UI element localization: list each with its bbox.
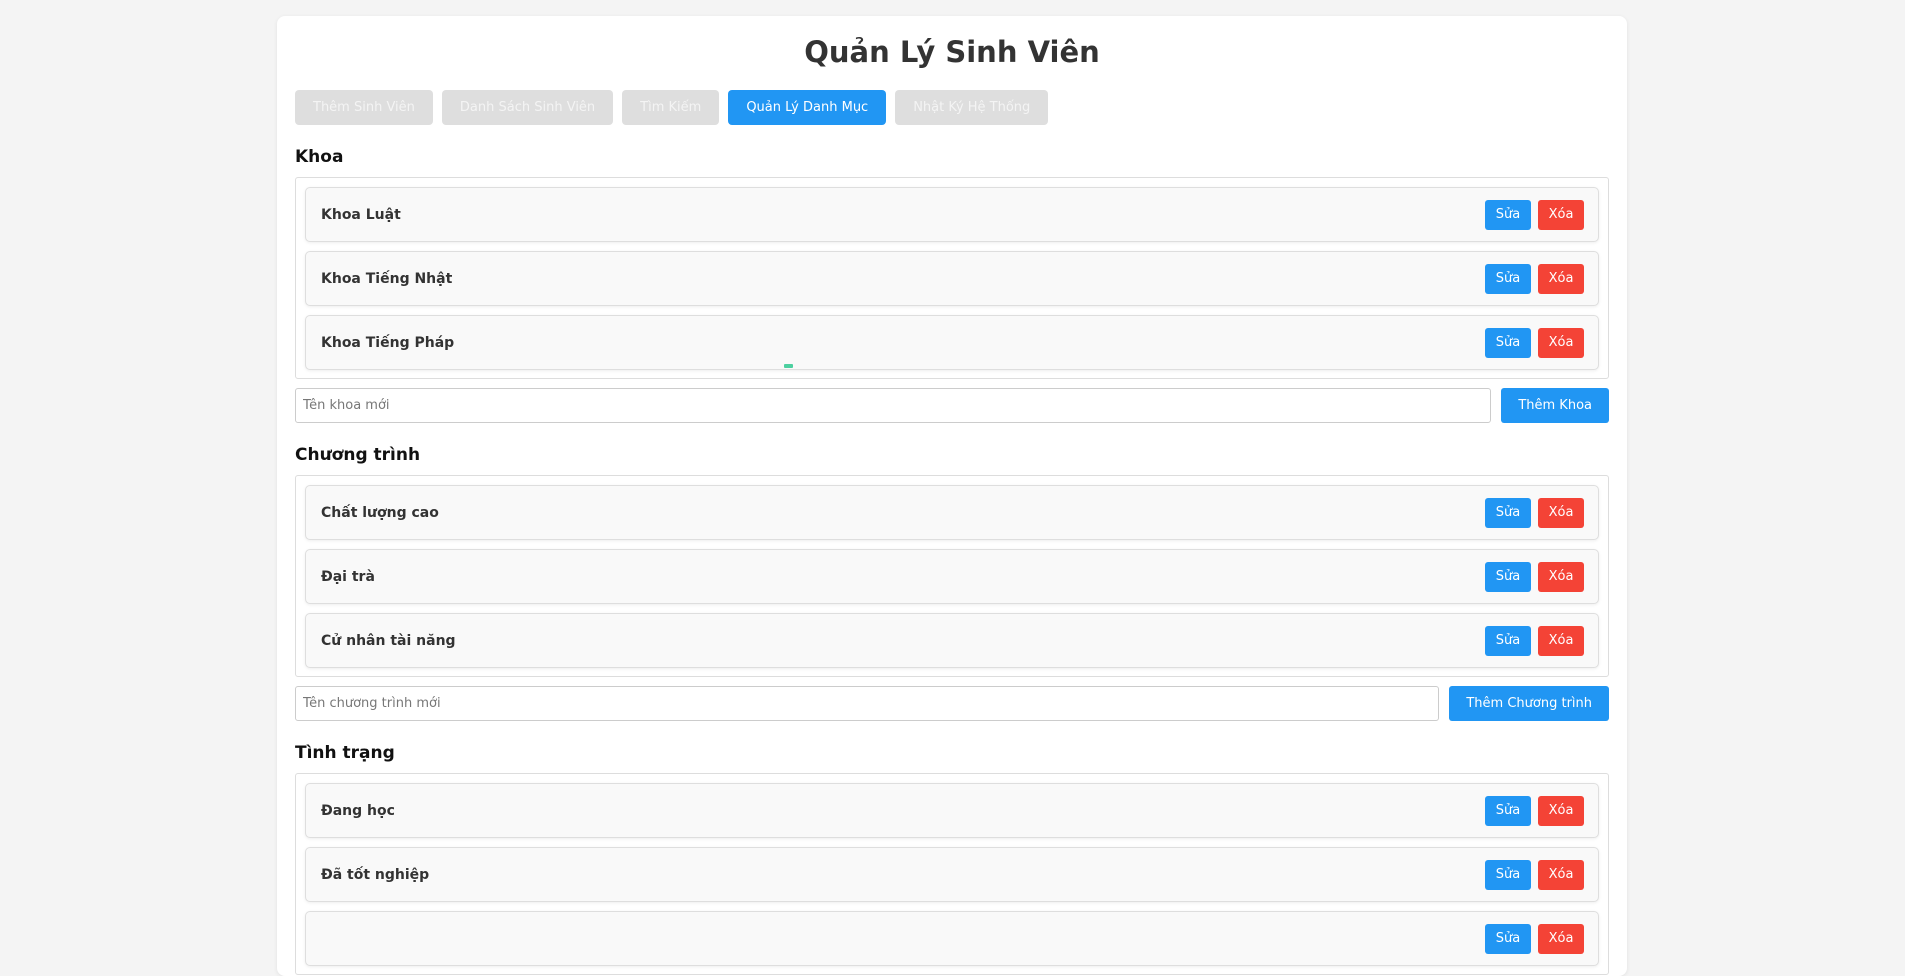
delete-button[interactable]: Xóa <box>1538 923 1584 954</box>
item-name: Đang học <box>321 802 395 819</box>
edit-button[interactable]: Sửa <box>1485 923 1531 954</box>
list-item: Khoa Luật Sửa Xóa <box>305 187 1599 242</box>
delete-button[interactable]: Xóa <box>1538 859 1584 890</box>
section-chuong-trinh: Chương trình Chất lượng cao Sửa Xóa Đại … <box>295 445 1609 721</box>
item-actions: Sửa Xóa <box>1485 561 1584 592</box>
tab-student-list[interactable]: Danh Sách Sinh Viên <box>441 90 614 125</box>
item-actions: Sửa Xóa <box>1485 795 1584 826</box>
item-name: Khoa Luật <box>321 206 401 223</box>
item-actions: Sửa Xóa <box>1485 199 1584 230</box>
page-title: Quản Lý Sinh Viên <box>804 35 1100 69</box>
edit-button[interactable]: Sửa <box>1485 327 1531 358</box>
edit-button[interactable]: Sửa <box>1485 199 1531 230</box>
add-khoa-row: Thêm Khoa <box>295 388 1609 423</box>
edit-button[interactable]: Sửa <box>1485 497 1531 528</box>
section-khoa: Khoa Khoa Luật Sửa Xóa Khoa Tiếng Nhật S… <box>295 147 1609 423</box>
list-item: Đã tốt nghiệp Sửa Xóa <box>305 847 1599 902</box>
item-name: Chất lượng cao <box>321 504 439 521</box>
section-title-chuong-trinh: Chương trình <box>295 445 421 465</box>
list-item: Cử nhân tài năng Sửa Xóa <box>305 613 1599 668</box>
khoa-list: Khoa Luật Sửa Xóa Khoa Tiếng Nhật Sửa Xó… <box>295 177 1609 379</box>
delete-button[interactable]: Xóa <box>1538 795 1584 826</box>
loading-indicator <box>784 364 793 368</box>
edit-button[interactable]: Sửa <box>1485 561 1531 592</box>
edit-button[interactable]: Sửa <box>1485 859 1531 890</box>
delete-button[interactable]: Xóa <box>1538 497 1584 528</box>
item-name: Khoa Tiếng Pháp <box>321 334 455 351</box>
edit-button[interactable]: Sửa <box>1485 263 1531 294</box>
delete-button[interactable]: Xóa <box>1538 327 1584 358</box>
chuong-trinh-list: Chất lượng cao Sửa Xóa Đại trà Sửa Xóa C… <box>295 475 1609 677</box>
add-chuong-trinh-row: Thêm Chương trình <box>295 686 1609 721</box>
delete-button[interactable]: Xóa <box>1538 263 1584 294</box>
delete-button[interactable]: Xóa <box>1538 561 1584 592</box>
item-name: Khoa Tiếng Nhật <box>321 270 453 287</box>
main-container: Quản Lý Sinh Viên Thêm Sinh Viên Danh Sá… <box>277 16 1627 976</box>
edit-button[interactable]: Sửa <box>1485 625 1531 656</box>
tab-search[interactable]: Tìm Kiếm <box>622 90 720 125</box>
item-actions: Sửa Xóa <box>1485 263 1584 294</box>
list-item: Sửa Xóa <box>305 911 1599 966</box>
tab-category-management[interactable]: Quản Lý Danh Mục <box>728 90 887 125</box>
section-title-tinh-trang: Tình trạng <box>295 743 395 763</box>
tab-system-log[interactable]: Nhật Ký Hệ Thống <box>895 90 1049 125</box>
section-tinh-trang: Tình trạng Đang học Sửa Xóa Đã tốt nghiệ… <box>295 743 1609 975</box>
add-khoa-button[interactable]: Thêm Khoa <box>1501 388 1609 423</box>
list-item: Đang học Sửa Xóa <box>305 783 1599 838</box>
list-item: Khoa Tiếng Nhật Sửa Xóa <box>305 251 1599 306</box>
add-chuong-trinh-button[interactable]: Thêm Chương trình <box>1449 686 1609 721</box>
tab-add-student[interactable]: Thêm Sinh Viên <box>295 90 433 125</box>
item-name: Cử nhân tài năng <box>321 632 456 649</box>
tinh-trang-list: Đang học Sửa Xóa Đã tốt nghiệp Sửa Xóa S… <box>295 773 1609 975</box>
item-name: Đại trà <box>321 568 375 585</box>
item-actions: Sửa Xóa <box>1485 625 1584 656</box>
section-title-khoa: Khoa <box>295 147 344 167</box>
list-item: Đại trà Sửa Xóa <box>305 549 1599 604</box>
item-actions: Sửa Xóa <box>1485 859 1584 890</box>
tab-bar: Thêm Sinh Viên Danh Sách Sinh Viên Tìm K… <box>295 90 1609 125</box>
list-item: Khoa Tiếng Pháp Sửa Xóa <box>305 315 1599 370</box>
delete-button[interactable]: Xóa <box>1538 199 1584 230</box>
item-actions: Sửa Xóa <box>1485 327 1584 358</box>
item-actions: Sửa Xóa <box>1485 497 1584 528</box>
item-name: Đã tốt nghiệp <box>321 866 430 883</box>
new-chuong-trinh-input[interactable] <box>295 686 1440 721</box>
item-actions: Sửa Xóa <box>1485 923 1584 954</box>
edit-button[interactable]: Sửa <box>1485 795 1531 826</box>
list-item: Chất lượng cao Sửa Xóa <box>305 485 1599 540</box>
new-khoa-input[interactable] <box>295 388 1492 423</box>
delete-button[interactable]: Xóa <box>1538 625 1584 656</box>
